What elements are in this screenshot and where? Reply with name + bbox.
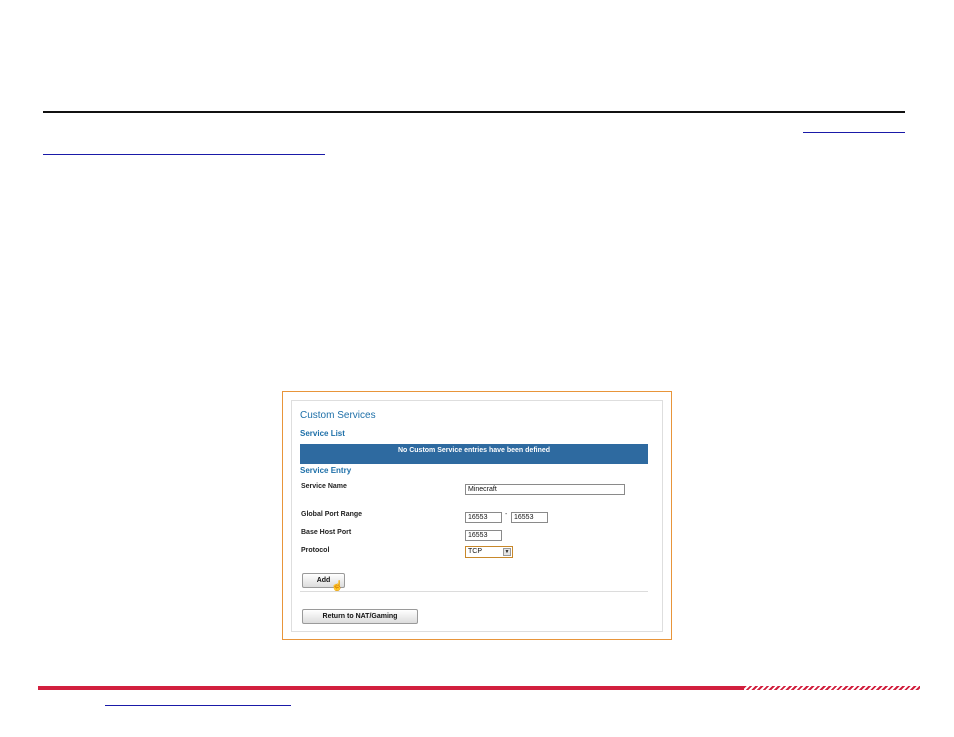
protocol-select[interactable]: TCP ▼ <box>465 546 513 558</box>
service-list-empty-bar: No Custom Service entries have been defi… <box>300 444 648 464</box>
base-host-port-input[interactable]: 16553 <box>465 530 502 541</box>
link-underline-left[interactable] <box>43 154 325 155</box>
global-port-start-input[interactable]: 16553 <box>465 512 502 523</box>
service-name-label: Service Name <box>301 483 347 490</box>
service-list-heading: Service List <box>300 429 345 438</box>
chevron-down-icon[interactable]: ▼ <box>503 548 511 556</box>
link-underline-right[interactable] <box>803 132 905 133</box>
empty-message: No Custom Service entries have been defi… <box>397 447 551 454</box>
custom-services-panel: Custom Services Service List No Custom S… <box>291 400 663 632</box>
custom-services-title: Custom Services <box>300 410 376 421</box>
global-port-range-label: Global Port Range <box>301 511 363 518</box>
footer-red-bar <box>38 686 744 690</box>
service-name-input[interactable]: Minecraft <box>465 484 625 495</box>
section-divider <box>300 591 648 592</box>
screenshot-frame: Custom Services Service List No Custom S… <box>282 391 672 640</box>
base-host-port-label: Base Host Port <box>301 529 352 536</box>
footer-link-underline[interactable] <box>105 705 291 706</box>
protocol-label: Protocol <box>301 547 330 554</box>
top-divider <box>43 111 905 113</box>
port-range-separator: - <box>505 511 508 518</box>
protocol-selected-value: TCP <box>468 548 482 555</box>
global-port-end-input[interactable]: 16553 <box>511 512 548 523</box>
service-entry-heading: Service Entry <box>300 466 352 475</box>
footer-hatched-bar <box>744 686 920 690</box>
return-to-nat-gaming-button[interactable]: Return to NAT/Gaming <box>302 609 418 624</box>
